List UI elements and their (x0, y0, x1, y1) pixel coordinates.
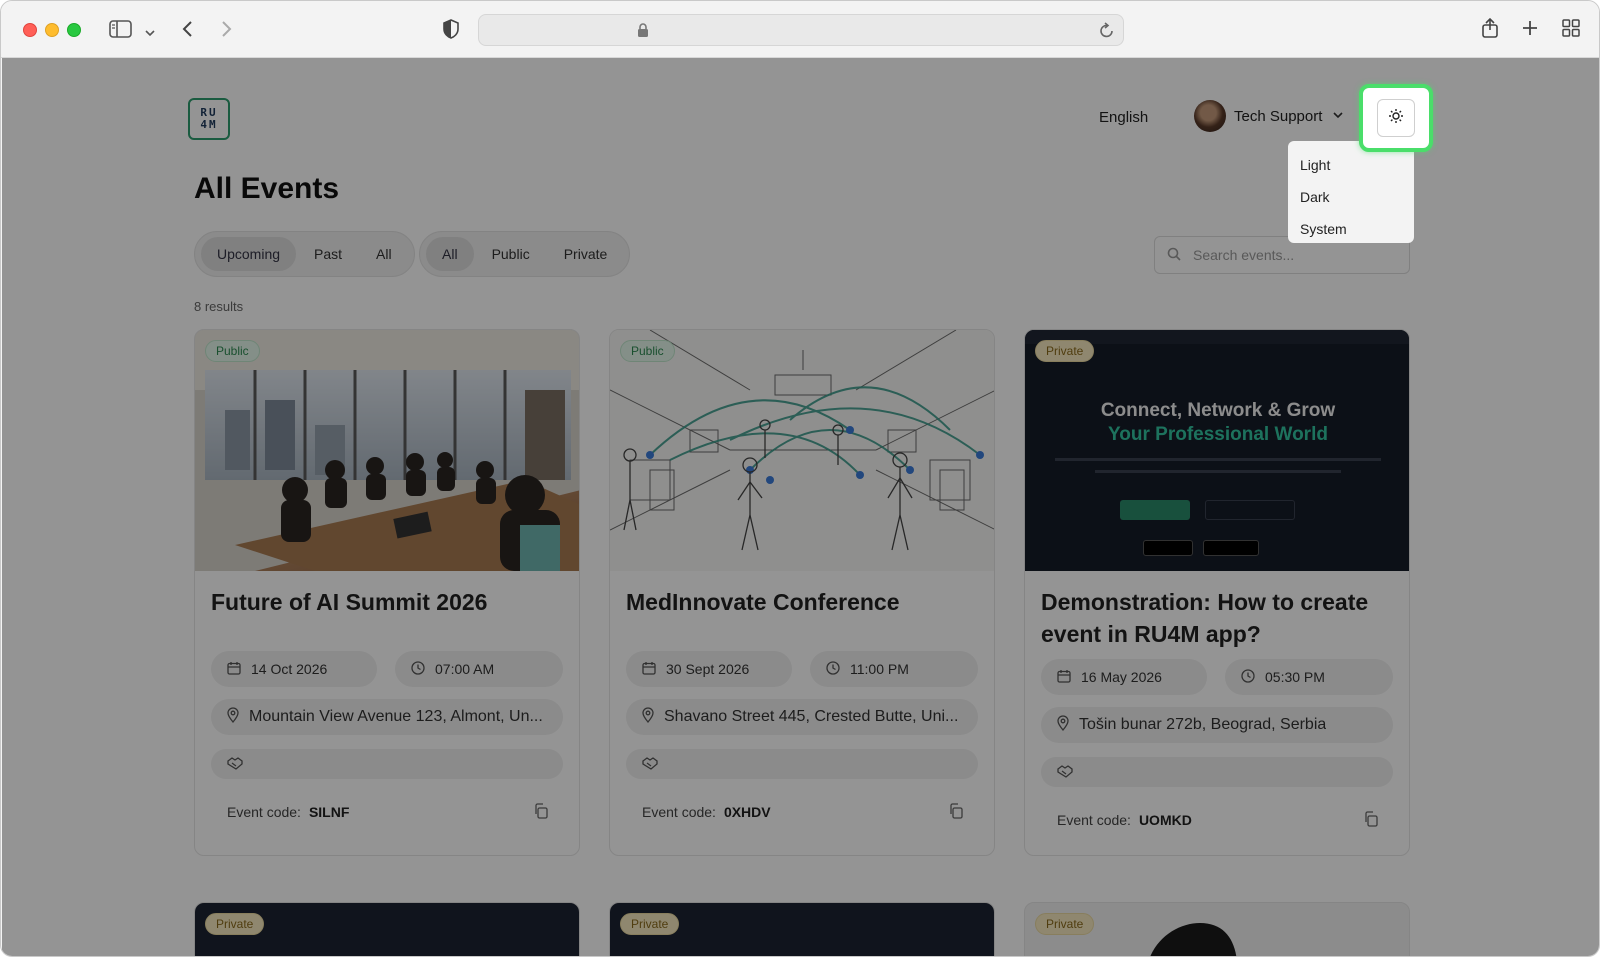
close-window-button[interactable] (23, 23, 37, 37)
theme-option-system[interactable]: System (1288, 213, 1414, 245)
forward-icon[interactable] (219, 19, 233, 42)
minimize-window-button[interactable] (45, 23, 59, 37)
browser-window: RU 4M English Tech Support All Events Up… (0, 0, 1600, 957)
sun-icon (1388, 108, 1404, 129)
privacy-shield-icon[interactable] (442, 19, 460, 42)
theme-toggle-button[interactable] (1377, 99, 1415, 137)
browser-toolbar (1, 1, 1599, 58)
reload-icon[interactable] (1099, 21, 1115, 44)
lock-icon (637, 23, 649, 42)
theme-option-light[interactable]: Light (1288, 149, 1414, 181)
back-icon[interactable] (181, 19, 195, 42)
theme-option-dark[interactable]: Dark (1288, 181, 1414, 213)
page: RU 4M English Tech Support All Events Up… (2, 58, 1599, 956)
tab-overview-icon[interactable] (1562, 19, 1580, 40)
share-icon[interactable] (1481, 17, 1499, 42)
sidebar-toggle-icon[interactable] (109, 19, 133, 42)
address-bar[interactable] (478, 14, 1124, 46)
new-tab-icon[interactable] (1521, 19, 1539, 40)
maximize-window-button[interactable] (67, 23, 81, 37)
theme-toggle-highlight (1359, 84, 1433, 152)
theme-menu: Light Dark System (1288, 141, 1414, 243)
chevron-down-icon[interactable] (144, 23, 156, 41)
